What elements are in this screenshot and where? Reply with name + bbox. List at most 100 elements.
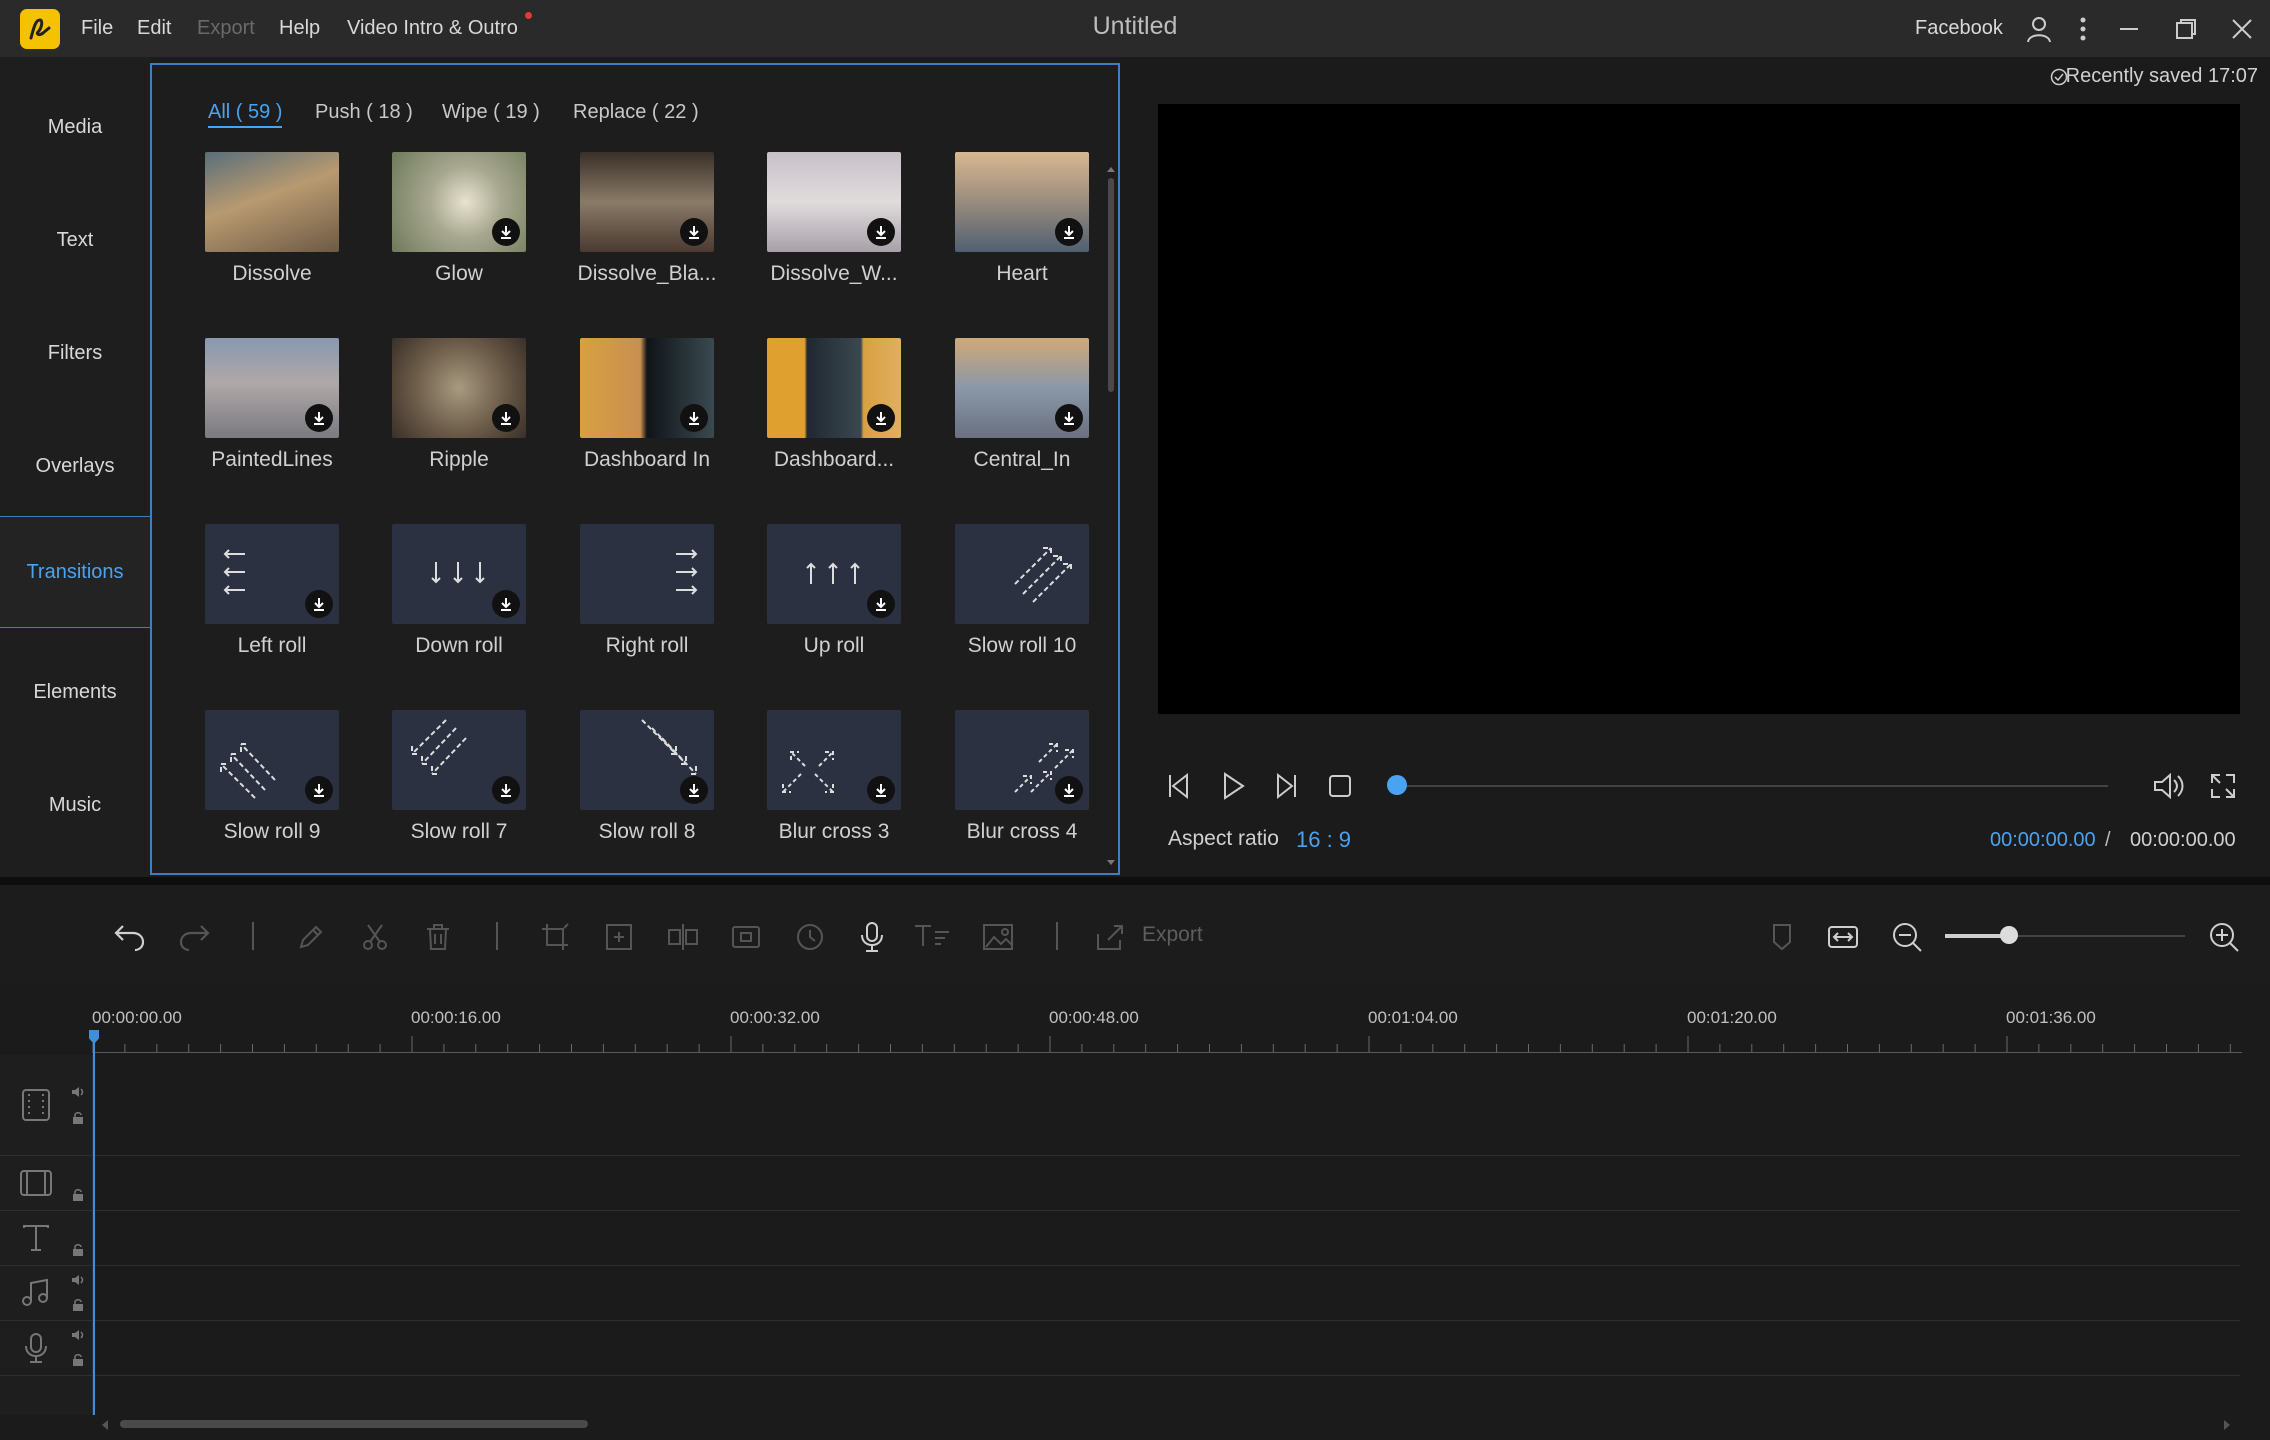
- nav-overlays[interactable]: Overlays: [0, 410, 150, 522]
- thumb-dissolve-black[interactable]: [580, 152, 714, 252]
- timeline-scrollbar[interactable]: [120, 1420, 588, 1428]
- thumb-slow-roll-7[interactable]: [392, 710, 526, 810]
- nav-elements[interactable]: Elements: [0, 636, 150, 748]
- download-icon[interactable]: [305, 776, 333, 804]
- play-icon[interactable]: [1213, 766, 1253, 806]
- scroll-down-arrow-icon[interactable]: [1106, 854, 1116, 872]
- stop-icon[interactable]: [1320, 766, 1360, 806]
- thumb-right-roll[interactable]: [580, 524, 714, 624]
- zoom-out-icon[interactable]: [1887, 917, 1927, 957]
- thumb-dashboard-in[interactable]: [580, 338, 714, 438]
- lock-icon[interactable]: [70, 1297, 86, 1313]
- aspect-ratio-value[interactable]: 16 : 9: [1296, 827, 1351, 853]
- scroll-left-arrow-icon[interactable]: [100, 1418, 110, 1436]
- progress-track[interactable]: [1396, 785, 2108, 787]
- restore-icon[interactable]: [2169, 12, 2203, 46]
- download-icon[interactable]: [867, 590, 895, 618]
- nav-filters[interactable]: Filters: [0, 297, 150, 409]
- thumb-blur-cross-3[interactable]: [767, 710, 901, 810]
- thumb-slow-roll-8[interactable]: [580, 710, 714, 810]
- menu-file[interactable]: File: [81, 17, 113, 40]
- next-frame-icon[interactable]: [1265, 766, 1305, 806]
- microphone-icon[interactable]: [852, 917, 892, 957]
- download-icon[interactable]: [1055, 218, 1083, 246]
- undo-icon[interactable]: [110, 917, 150, 957]
- mute-icon[interactable]: [70, 1272, 86, 1288]
- nav-transitions[interactable]: Transitions: [0, 516, 150, 628]
- scroll-up-arrow-icon[interactable]: [1106, 160, 1116, 178]
- thumb-blur-cross-4[interactable]: [955, 710, 1089, 810]
- account-label[interactable]: Facebook: [1915, 17, 2003, 40]
- menu-video-intro-outro[interactable]: Video Intro & Outro: [347, 17, 518, 40]
- prev-frame-icon[interactable]: [1160, 766, 1200, 806]
- download-icon[interactable]: [867, 218, 895, 246]
- library-scrollbar[interactable]: [1108, 178, 1114, 392]
- download-icon[interactable]: [1055, 404, 1083, 432]
- download-icon[interactable]: [867, 404, 895, 432]
- transition-label: Slow roll 10: [967, 634, 1077, 657]
- download-icon[interactable]: [492, 218, 520, 246]
- playhead[interactable]: [93, 1030, 95, 1415]
- nav-media[interactable]: Media: [0, 71, 150, 183]
- transition-label: Down roll: [415, 634, 503, 657]
- panel-divider[interactable]: [0, 877, 2270, 885]
- thumb-painted-lines[interactable]: [205, 338, 339, 438]
- progress-handle[interactable]: [1387, 775, 1407, 795]
- thumb-up-roll[interactable]: [767, 524, 901, 624]
- thumb-dissolve[interactable]: [205, 152, 339, 252]
- download-icon[interactable]: [305, 404, 333, 432]
- thumb-dashboard[interactable]: [767, 338, 901, 438]
- mute-icon[interactable]: [70, 1327, 86, 1343]
- nav-music[interactable]: Music: [0, 749, 150, 861]
- download-icon[interactable]: [680, 218, 708, 246]
- minimize-icon[interactable]: [2112, 12, 2146, 46]
- download-icon[interactable]: [680, 404, 708, 432]
- tab-push[interactable]: Push ( 18 ): [315, 101, 413, 124]
- download-icon[interactable]: [867, 776, 895, 804]
- lock-icon[interactable]: [70, 1352, 86, 1368]
- volume-icon[interactable]: [2148, 766, 2188, 806]
- lock-icon[interactable]: [70, 1187, 86, 1203]
- fullscreen-icon[interactable]: [2203, 766, 2243, 806]
- nav-text[interactable]: Text: [0, 184, 150, 296]
- transition-label: Dissolve_W...: [770, 262, 898, 285]
- tab-wipe[interactable]: Wipe ( 19 ): [442, 101, 540, 124]
- ruler-tick-label: 00:01:20.00: [1687, 1008, 1777, 1027]
- zoom-in-icon[interactable]: [2204, 917, 2244, 957]
- thumb-ripple[interactable]: [392, 338, 526, 438]
- mute-icon[interactable]: [70, 1084, 86, 1100]
- voiceover-track-icon: [16, 1328, 56, 1368]
- fit-timeline-icon[interactable]: [1823, 917, 1863, 957]
- track-separator: [0, 1320, 2240, 1321]
- menu-edit[interactable]: Edit: [137, 17, 171, 40]
- redo-icon: [174, 917, 214, 957]
- thumb-dissolve-white[interactable]: [767, 152, 901, 252]
- thumb-slow-roll-9[interactable]: [205, 710, 339, 810]
- tab-all[interactable]: All ( 59 ): [208, 101, 283, 128]
- thumb-down-roll[interactable]: [392, 524, 526, 624]
- thumb-left-roll[interactable]: [205, 524, 339, 624]
- thumb-heart[interactable]: [955, 152, 1089, 252]
- close-icon[interactable]: [2225, 12, 2259, 46]
- user-icon[interactable]: [2022, 12, 2056, 46]
- menu-help[interactable]: Help: [279, 17, 320, 40]
- ruler-tick-label: 00:00:32.00: [730, 1008, 820, 1027]
- download-icon[interactable]: [680, 776, 708, 804]
- download-icon[interactable]: [305, 590, 333, 618]
- zoom-slider-handle[interactable]: [2000, 926, 2018, 944]
- delete-icon: [418, 917, 458, 957]
- download-icon[interactable]: [492, 776, 520, 804]
- scroll-right-arrow-icon[interactable]: [2222, 1418, 2232, 1436]
- lock-icon[interactable]: [70, 1110, 86, 1126]
- track-separator: [0, 1375, 2240, 1376]
- more-icon[interactable]: [2066, 12, 2100, 46]
- tab-replace[interactable]: Replace ( 22 ): [573, 101, 699, 124]
- thumb-central-in[interactable]: [955, 338, 1089, 438]
- download-icon[interactable]: [492, 590, 520, 618]
- download-icon[interactable]: [492, 404, 520, 432]
- download-icon[interactable]: [1055, 776, 1083, 804]
- thumb-glow[interactable]: [392, 152, 526, 252]
- thumb-slow-roll-10[interactable]: [955, 524, 1089, 624]
- lock-icon[interactable]: [70, 1242, 86, 1258]
- transition-label: Dashboard...: [773, 448, 895, 471]
